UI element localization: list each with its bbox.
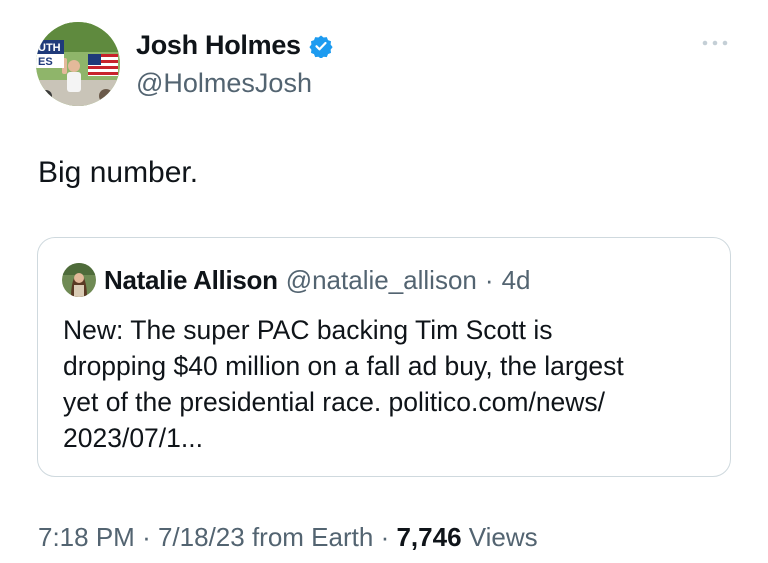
svg-text:ES: ES [38, 56, 53, 68]
quoted-tweet-time[interactable]: 4d [502, 265, 531, 296]
avatar-photo: UTH ES [36, 22, 120, 106]
author-display-name[interactable]: Josh Holmes [136, 30, 333, 61]
quoted-author-handle[interactable]: @natalie_allison [286, 265, 477, 296]
author-avatar[interactable]: UTH ES [36, 22, 120, 106]
meta-separator: · [142, 522, 151, 552]
quoted-tweet-header: Natalie Allison @natalie_allison · 4d [62, 263, 530, 297]
author-name-text: Josh Holmes [136, 30, 301, 60]
quoted-tweet-line: 2023/07/1... [63, 423, 203, 453]
tweet-source: from Earth [251, 522, 374, 552]
quoted-author-name[interactable]: Natalie Allison [104, 265, 278, 296]
quoted-author-avatar[interactable] [62, 263, 96, 297]
verified-badge-icon [309, 34, 333, 59]
quoted-tweet-line: New: The super PAC backing Tim Scott is [63, 315, 553, 345]
views-label: Views [468, 522, 538, 552]
author-handle[interactable]: @HolmesJosh [136, 68, 312, 99]
quoted-tweet-body: New: The super PAC backing Tim Scott is … [63, 312, 713, 456]
quoted-separator: · [484, 264, 494, 295]
avatar-sign-text: UTH [38, 42, 61, 54]
quoted-tweet-card[interactable]: Natalie Allison @natalie_allison · 4d New:… [37, 237, 731, 477]
quoted-tweet-line: dropping $40 million on a fall ad buy, t… [63, 351, 624, 381]
meta-separator: · [380, 522, 390, 552]
tweet-meta: 7:18 PM · 7/18/23 from Earth · 7,746 Vie… [38, 522, 538, 553]
quoted-tweet-line: yet of the presidential race. politico.c… [63, 387, 606, 417]
tweet-time[interactable]: 7:18 PM [38, 522, 135, 552]
views-count: 7,746 [396, 522, 462, 552]
tweet-date[interactable]: 7/18/23 [158, 522, 245, 552]
more-options-icon[interactable] [700, 35, 730, 51]
tweet-text: Big number. [38, 156, 199, 189]
